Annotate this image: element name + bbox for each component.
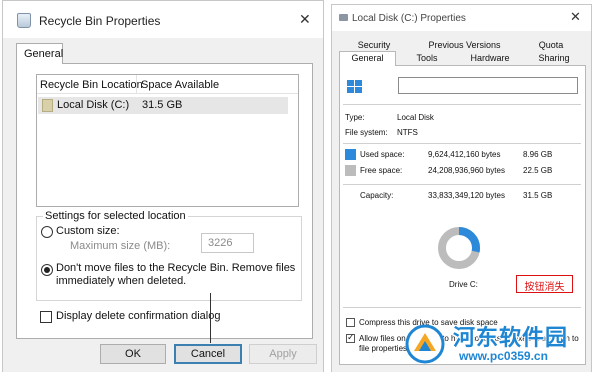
- close-icon[interactable]: ✕: [299, 11, 311, 28]
- tab-sharing[interactable]: Sharing: [525, 53, 583, 63]
- windows-drive-icon: [347, 80, 363, 94]
- file-system-value: NTFS: [397, 128, 418, 137]
- disk-usage-donut: [438, 227, 480, 269]
- recycle-bin-properties-dialog: Recycle Bin Properties ✕ General Recycle…: [2, 0, 324, 372]
- watermark-logo: [405, 324, 445, 364]
- space-available: 31.5 GB: [142, 99, 183, 111]
- apply-button[interactable]: Apply: [249, 344, 317, 364]
- compress-checkbox[interactable]: [346, 318, 355, 327]
- pointer-line: [210, 293, 211, 343]
- divider: [343, 307, 581, 308]
- divider: [343, 104, 581, 105]
- free-space-bytes: 24,208,936,960 bytes: [428, 166, 505, 175]
- tab-security[interactable]: Security: [339, 40, 409, 50]
- divider: [343, 143, 581, 144]
- dont-move-label-line1[interactable]: Don't move files to the Recycle Bin. Rem…: [56, 262, 295, 274]
- recycle-bin-location-list[interactable]: Recycle Bin Location Space Available Loc…: [36, 74, 299, 207]
- drive-label: Drive C:: [449, 280, 478, 289]
- drive-icon: [42, 99, 53, 112]
- max-size-label: Maximum size (MB):: [70, 240, 171, 252]
- tab-general[interactable]: General: [339, 51, 396, 66]
- dialog-title: Local Disk (C:) Properties: [352, 13, 466, 24]
- list-header: Recycle Bin Location Space Available: [37, 75, 298, 94]
- annotation-box: 按钮消失: [516, 275, 573, 293]
- confirm-dialog-checkbox[interactable]: [40, 311, 52, 323]
- divider: [343, 184, 581, 185]
- drive-name-input[interactable]: [398, 77, 578, 94]
- dont-move-radio[interactable]: [41, 264, 53, 276]
- dont-move-label-line2[interactable]: immediately when deleted.: [56, 275, 186, 287]
- drive-icon: [339, 14, 348, 21]
- ok-button[interactable]: OK: [100, 344, 166, 364]
- free-space-label: Free space:: [360, 166, 403, 175]
- free-space-swatch: [345, 165, 356, 176]
- used-space-bytes: 9,624,412,160 bytes: [428, 150, 501, 159]
- settings-group-label: Settings for selected location: [43, 210, 188, 222]
- list-item[interactable]: Local Disk (C:) 31.5 GB: [38, 97, 288, 114]
- capacity-label: Capacity:: [360, 191, 394, 200]
- watermark-url: www.pc0359.cn: [459, 349, 548, 363]
- max-size-input[interactable]: 3226: [201, 233, 254, 253]
- used-space-size: 8.96 GB: [523, 150, 553, 159]
- title-bar: Recycle Bin Properties ✕: [3, 1, 323, 38]
- capacity-bytes: 33,833,349,120 bytes: [428, 191, 505, 200]
- title-bar: Local Disk (C:) Properties ✕: [332, 5, 591, 31]
- location-name: Local Disk (C:): [57, 99, 130, 111]
- used-space-label: Used space:: [360, 150, 405, 159]
- index-checkbox[interactable]: [346, 332, 355, 343]
- column-header-space[interactable]: Space Available: [141, 79, 219, 91]
- cancel-button[interactable]: Cancel: [174, 344, 242, 364]
- tab-quota[interactable]: Quota: [517, 40, 585, 50]
- used-space-swatch: [345, 149, 356, 160]
- free-space-size: 22.5 GB: [523, 166, 553, 175]
- column-header-location[interactable]: Recycle Bin Location: [40, 79, 143, 91]
- tab-previous-versions[interactable]: Previous Versions: [422, 40, 507, 50]
- type-label: Type:: [345, 113, 365, 122]
- capacity-size: 31.5 GB: [523, 191, 553, 200]
- watermark-name: 河东软件园: [453, 325, 569, 350]
- tab-tools[interactable]: Tools: [400, 53, 454, 63]
- local-disk-properties-dialog: Local Disk (C:) Properties ✕ Security Pr…: [331, 4, 592, 372]
- custom-size-radio[interactable]: [41, 226, 53, 238]
- settings-group: Settings for selected location Custom si…: [36, 210, 302, 301]
- column-divider[interactable]: [136, 75, 137, 94]
- index-label-line2[interactable]: file properties: [359, 344, 407, 353]
- close-icon[interactable]: ✕: [570, 9, 581, 25]
- custom-size-label[interactable]: Custom size:: [56, 225, 120, 237]
- dialog-title: Recycle Bin Properties: [39, 14, 161, 28]
- general-tab-page: Recycle Bin Location Space Available Loc…: [16, 63, 313, 339]
- recycle-bin-icon: [17, 13, 31, 28]
- tab-hardware[interactable]: Hardware: [460, 53, 520, 63]
- dialog-client-area: General Recycle Bin Location Space Avail…: [3, 38, 323, 372]
- tab-general[interactable]: General: [16, 43, 63, 64]
- confirm-dialog-label[interactable]: Display delete confirmation dialog: [56, 310, 220, 322]
- type-value: Local Disk: [397, 113, 434, 122]
- file-system-label: File system:: [345, 128, 388, 137]
